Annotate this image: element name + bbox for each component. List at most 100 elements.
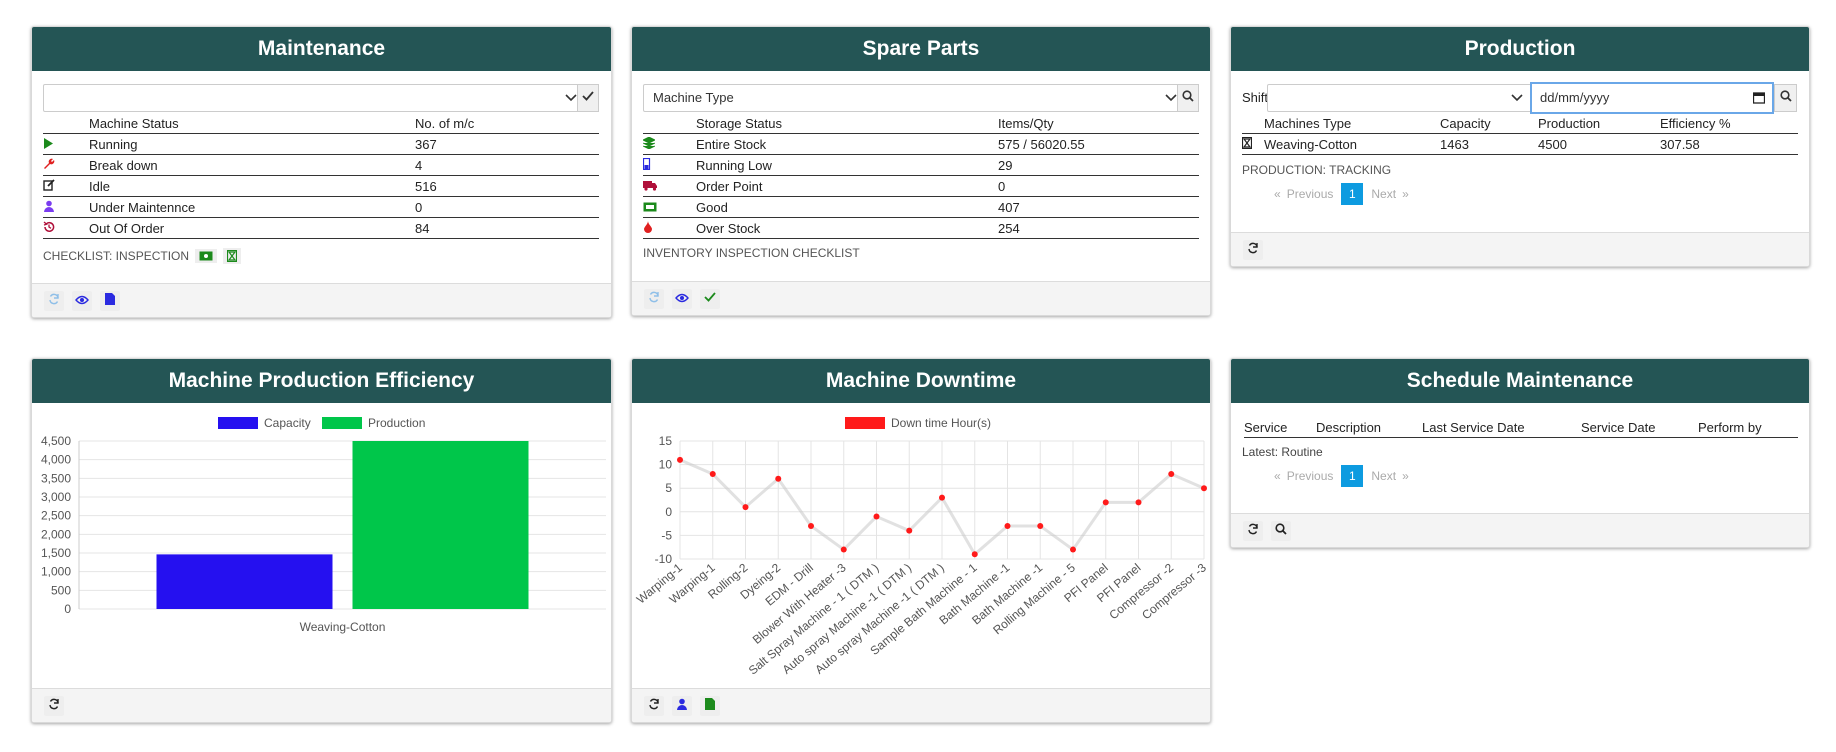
column-header: Machine Status [89,113,415,134]
icon-column-header [1242,113,1264,134]
y-tick-label: 1,000 [41,565,71,579]
date-input[interactable]: dd/mm/yyyy [1530,82,1774,114]
data-point [939,494,945,501]
y-tick-label: -10 [655,552,673,566]
pager-last[interactable]: » [1402,187,1409,201]
legend-swatch-capacity [218,417,258,429]
pager-first[interactable]: « [1274,187,1281,201]
checklist-row: CHECKLIST: INSPECTION [43,248,242,264]
storage-value: 0 [998,175,1199,197]
legend-label-capacity: Capacity [264,416,311,430]
efficiency-footer [32,688,611,722]
money-icon[interactable] [195,249,218,263]
eye-icon [675,290,689,308]
table-row: Good 407 [643,196,1199,218]
refresh-button[interactable] [1243,520,1263,541]
table-header: Machine Status No. of m/c [43,113,599,134]
y-tick-label: 10 [659,458,673,472]
y-tick-label: 0 [64,602,71,616]
view-button[interactable] [72,290,92,311]
column-header: Efficiency % [1660,113,1798,134]
pager-next[interactable]: Next [1371,469,1396,483]
document-button[interactable] [100,290,120,311]
maintenance-footer [32,283,611,317]
y-tick-label: 2,500 [41,509,71,523]
shift-select[interactable] [1267,84,1534,112]
data-point [1201,485,1207,492]
pager-previous[interactable]: Previous [1287,187,1334,201]
export-button[interactable] [700,695,720,716]
column-header: Perform by [1698,417,1798,438]
refresh-button[interactable] [1243,239,1263,260]
data-point [1135,499,1142,506]
machine-type-cell: Weaving-Cotton [1264,133,1440,155]
y-tick-label: 3,500 [41,471,71,485]
pager-next[interactable]: Next [1371,187,1396,201]
schedule-footer [1231,513,1809,547]
maintenance-select[interactable] [43,84,588,112]
chart-legend: Capacity Production [218,416,425,430]
table-row: Break down 4 [43,154,599,176]
refresh-icon [48,292,60,310]
production-search-button[interactable] [1774,84,1797,112]
storage-label: Entire Stock [696,133,998,155]
status-value: 0 [415,196,599,218]
legend-swatch-production [322,417,362,429]
pager-previous[interactable]: Previous [1287,469,1334,483]
production-footer [1231,232,1809,266]
data-point [873,513,880,520]
machine-type-select[interactable]: Machine Type [643,84,1188,112]
column-header: Service Date [1581,417,1698,438]
maintenance-table: Machine Status No. of m/c Running 367 Br… [43,113,599,239]
view-button[interactable] [672,288,692,309]
hourglass-icon[interactable] [223,248,242,264]
schedule-title: Schedule Maintenance [1231,359,1809,403]
spare-parts-search-button[interactable] [1177,84,1199,112]
pager-page[interactable]: 1 [1341,465,1364,487]
downtime-footer [632,688,1210,722]
efficiency-title: Machine Production Efficiency [32,359,611,403]
refresh-button[interactable] [44,695,64,716]
storage-value: 254 [998,217,1199,239]
production-title: Production [1231,27,1809,71]
storage-value: 575 / 56020.55 [998,133,1199,155]
refresh-button[interactable] [644,288,664,309]
spare-parts-title: Spare Parts [632,27,1210,71]
data-point [742,504,749,511]
column-header: Capacity [1440,113,1538,134]
layers-icon [642,136,656,152]
column-header: Production [1538,113,1660,134]
data-point [1004,522,1011,529]
pager-last[interactable]: » [1402,469,1409,483]
drop-icon [643,220,653,236]
y-tick-label: 4,000 [41,453,71,467]
data-point [1102,499,1109,506]
refresh-icon [648,697,660,715]
icon-column-header [643,113,696,134]
efficiency-cell: 307.58 [1660,133,1798,155]
refresh-button[interactable] [644,695,664,716]
column-header: Service [1244,417,1316,438]
approve-button[interactable] [700,288,720,309]
refresh-icon [48,697,60,715]
schedule-pagination: « Previous 1 Next » [1274,465,1409,487]
maintenance-apply-button[interactable] [577,84,599,112]
column-header: Storage Status [696,113,998,134]
table-row: Order Point 0 [643,175,1199,197]
refresh-icon [1247,522,1259,540]
pager-first[interactable]: « [1274,469,1281,483]
table-row: Entire Stock 575 / 56020.55 [642,133,1199,155]
legend-label: Down time Hour(s) [891,416,991,430]
storage-label: Running Low [696,154,998,176]
spare-parts-footer [632,281,1210,315]
table-row: Under Maintennce 0 [43,196,599,218]
search-button[interactable] [1271,520,1291,541]
pager-page[interactable]: 1 [1341,183,1364,205]
checklist-label: CHECKLIST: INSPECTION [43,249,190,263]
downtime-chart: Down time Hour(s) 151050-5-10Warping-1Wa… [634,416,1209,678]
column-header: Machines Type [1264,113,1440,134]
table-row: Running Low 29 [642,154,1199,176]
user-button[interactable] [672,695,692,716]
check-icon [704,290,716,308]
refresh-button[interactable] [44,290,64,311]
